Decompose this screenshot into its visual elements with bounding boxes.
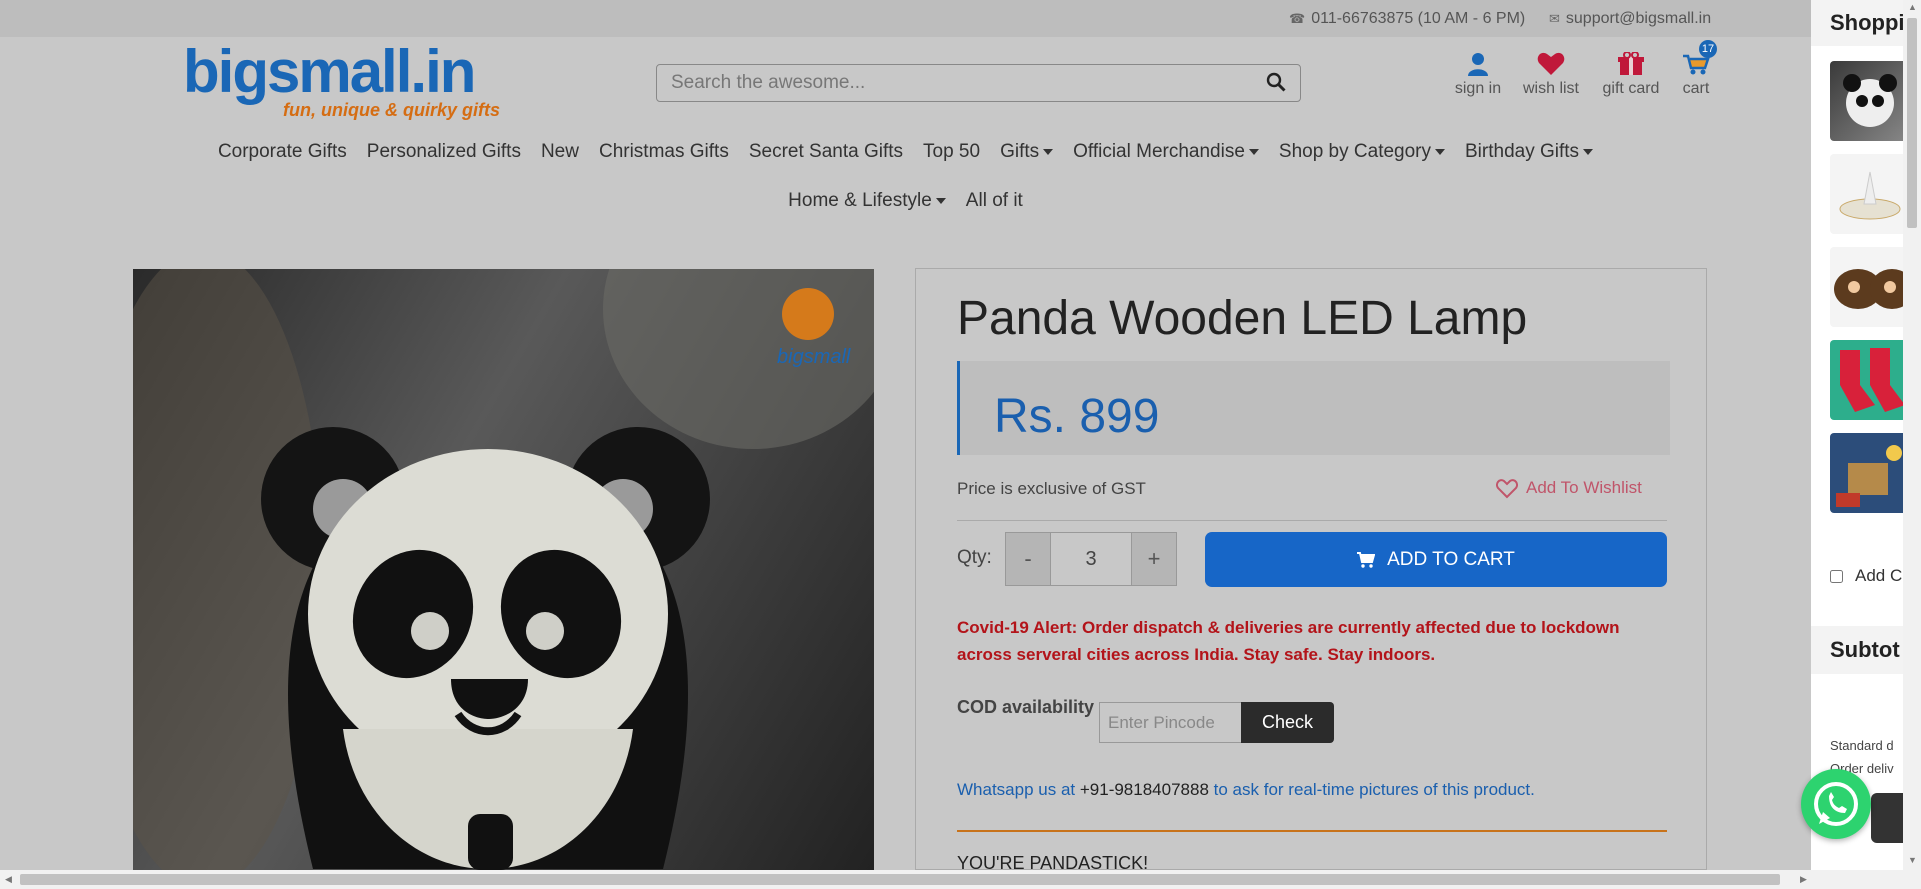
whatsapp-icon [1814, 782, 1858, 826]
whatsapp-number[interactable]: +91-9818407888 [1080, 780, 1209, 799]
scroll-up-arrow[interactable]: ▲ [1908, 2, 1917, 12]
caret-down-icon [1043, 148, 1054, 155]
scrollbar-thumb[interactable] [1907, 18, 1917, 228]
checkout-button[interactable] [1871, 793, 1903, 843]
socks-thumbnail [1840, 348, 1903, 412]
support-email[interactable]: ✉ support@bigsmall.in [1549, 10, 1711, 28]
shopping-cart-drawer: Shoppi Add C Subtot Standard d Order deli… [1811, 0, 1903, 870]
sign-in-link[interactable]: sign in [1448, 52, 1508, 98]
phone-icon: ☎ [1289, 11, 1306, 26]
scrollbar-thumb[interactable] [20, 874, 1780, 885]
nav-item-corporate-gifts[interactable]: Corporate Gifts [218, 139, 347, 165]
description-divider [957, 830, 1667, 832]
add-to-cart-button[interactable]: ADD TO CART [1205, 532, 1667, 587]
product-tagline: YOU'RE PANDASTICK! [957, 853, 1149, 870]
nav-item-christmas-gifts[interactable]: Christmas Gifts [599, 139, 729, 165]
logo-wordmark: bigsmall.in [183, 38, 476, 105]
decrease-quantity-button[interactable]: - [1005, 532, 1051, 586]
gift-card-link[interactable]: gift card [1596, 52, 1666, 98]
caret-down-icon [1435, 148, 1445, 155]
main-navigation: Corporate Gifts Personalized Gifts New Chri… [0, 139, 1811, 237]
cart-item-thumbnail[interactable] [1830, 154, 1903, 234]
caret-down-icon [1248, 148, 1259, 155]
cart-icon [1357, 551, 1376, 568]
cart-item-thumbnail[interactable] [1830, 247, 1903, 327]
pincode-input[interactable] [1100, 703, 1235, 743]
search-bar [656, 64, 1301, 102]
product-details-panel: Panda Wooden LED Lamp Rs. 899 Price is e… [915, 268, 1707, 870]
subtotal-header: Subtot [1811, 626, 1903, 674]
user-icon [1468, 53, 1488, 76]
product-title: Panda Wooden LED Lamp [957, 292, 1528, 345]
site-logo[interactable]: bigsmall.in fun, unique & quirky gifts [183, 42, 503, 122]
cart-link[interactable]: 17 cart [1676, 40, 1717, 98]
nav-item-secret-santa-gifts[interactable]: Secret Santa Gifts [749, 139, 903, 165]
increase-quantity-button[interactable]: + [1131, 532, 1177, 586]
whatsapp-chat-button[interactable] [1801, 769, 1871, 839]
gift-icon [1618, 52, 1644, 75]
scroll-right-arrow[interactable]: ▶ [1800, 874, 1807, 885]
scroll-down-arrow[interactable]: ▼ [1908, 855, 1917, 865]
nav-item-home-lifestyle[interactable]: Home & Lifestyle [788, 188, 946, 214]
product-price: Rs. 899 [994, 390, 1160, 443]
logo-tagline: fun, unique & quirky gifts [283, 100, 500, 120]
quantity-label: Qty: [957, 547, 992, 568]
gst-note: Price is exclusive of GST [957, 479, 1146, 498]
price-box: Rs. 899 [957, 361, 1670, 455]
slippers-thumbnail [1834, 269, 1903, 309]
svg-text:bigsmall: bigsmall [777, 346, 851, 368]
product-image[interactable]: bigsmall [133, 269, 874, 870]
nav-item-official-merchandise[interactable]: Official Merchandise [1073, 139, 1259, 165]
cod-label: COD availability [957, 697, 1095, 717]
nav-item-shop-by-category[interactable]: Shop by Category [1279, 139, 1445, 165]
add-checkbox[interactable] [1830, 570, 1843, 584]
cart-item-thumbnail[interactable] [1830, 340, 1903, 420]
whatsapp-note: Whatsapp us at +91-9818407888 to ask for… [957, 780, 1535, 799]
caret-down-icon [1583, 148, 1594, 155]
search-icon[interactable] [1266, 72, 1286, 92]
cart-item-thumbnail[interactable] [1830, 433, 1903, 513]
support-phone[interactable]: ☎ 011-66763875 (10 AM - 6 PM) [1289, 10, 1525, 28]
search-input[interactable] [657, 65, 1233, 101]
add-to-wishlist-link[interactable]: Add To Wishlist [1495, 478, 1642, 499]
nav-item-gifts[interactable]: Gifts [1000, 139, 1054, 165]
nav-row-1: Corporate Gifts Personalized Gifts New Chri… [0, 139, 1811, 188]
caret-down-icon [935, 197, 946, 204]
heart-outline-icon [1495, 478, 1519, 498]
top-contact-bar: ☎ 011-66763875 (10 AM - 6 PM) ✉ support@bi… [0, 0, 1811, 37]
check-pincode-button[interactable]: Check [1241, 702, 1334, 743]
panda-lamp-photo: bigsmall [133, 269, 874, 870]
envelope-icon: ✉ [1549, 11, 1560, 26]
covid-alert: Covid-19 Alert: Order dispatch & deliver… [957, 618, 1620, 664]
nav-item-all-of-it[interactable]: All of it [966, 188, 1023, 214]
vertical-scrollbar[interactable]: ▲ ▼ [1903, 0, 1921, 870]
cart-drawer-header: Shoppi [1811, 0, 1903, 46]
cart-item-thumbnail[interactable] [1830, 61, 1903, 141]
nav-item-personalized-gifts[interactable]: Personalized Gifts [367, 139, 521, 165]
nav-item-new[interactable]: New [541, 139, 579, 165]
quantity-input[interactable]: 3 [1051, 532, 1131, 586]
add-option-checkbox[interactable]: Add C [1830, 566, 1902, 586]
ceramic-dish-thumbnail [1839, 171, 1901, 220]
nav-row-2: Home & Lifestyle All of it [0, 188, 1811, 237]
cart-count-badge: 17 [1699, 40, 1717, 58]
nav-item-birthday-gifts[interactable]: Birthday Gifts [1465, 139, 1594, 165]
product-page: ☎ 011-66763875 (10 AM - 6 PM) ✉ support@bi… [0, 0, 1811, 870]
scroll-left-arrow[interactable]: ◀ [5, 874, 12, 885]
gift-box-thumbnail [1836, 445, 1902, 507]
horizontal-scrollbar[interactable]: ◀ ▶ [0, 870, 1921, 889]
heart-icon [1537, 52, 1565, 75]
divider [957, 520, 1667, 521]
panda-thumbnail [1843, 74, 1897, 127]
nav-item-top-50[interactable]: Top 50 [923, 139, 980, 165]
wish-list-link[interactable]: wish list [1516, 52, 1586, 98]
pincode-field [1099, 702, 1242, 743]
